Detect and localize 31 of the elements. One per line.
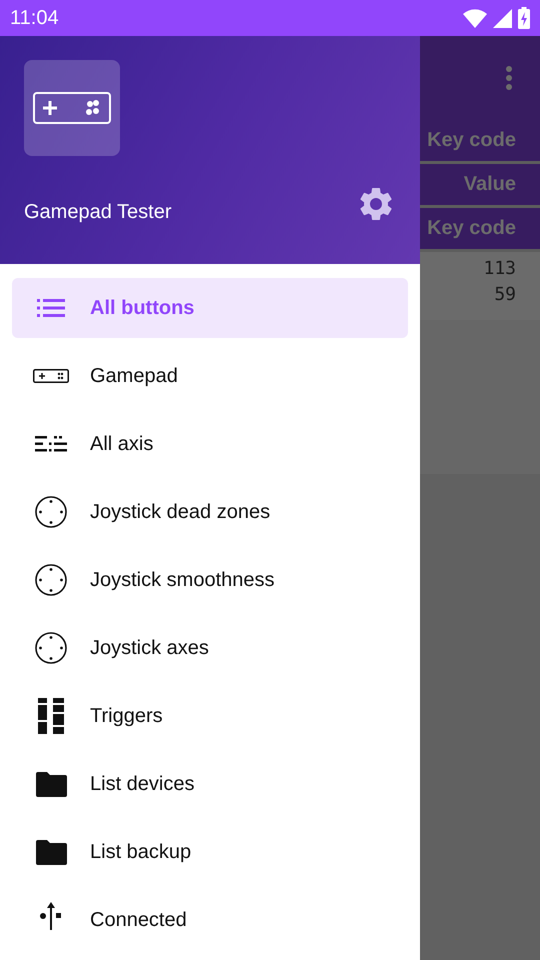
menu-item[interactable]: Connected	[12, 890, 408, 950]
status-time: 11:04	[10, 6, 60, 30]
triggers-icon	[38, 698, 64, 734]
column-header: Key code	[420, 120, 540, 164]
menu-item[interactable]: Gamepad	[12, 346, 408, 406]
menu-item[interactable]: Triggers	[12, 686, 408, 746]
joystick-icon	[35, 632, 67, 664]
axis-icon	[35, 436, 67, 452]
folder-icon	[36, 840, 66, 864]
menu-item[interactable]: Joystick smoothness	[12, 550, 408, 610]
table-cell-text: 59	[494, 283, 516, 307]
menu-item[interactable]: List devices	[12, 754, 408, 814]
gamepad-icon	[33, 92, 111, 124]
column-header: Value	[420, 164, 540, 208]
list-icon	[37, 299, 65, 317]
joystick-icon	[35, 496, 67, 528]
app-name: Gamepad Tester	[24, 200, 172, 224]
folder-icon	[36, 772, 66, 796]
signal-icon	[493, 8, 512, 28]
column-header: Key code	[420, 208, 540, 252]
menu-item[interactable]: Joystick axes	[12, 618, 408, 678]
gamepad-icon	[33, 369, 69, 383]
battery-icon	[518, 7, 530, 29]
joystick-icon	[35, 564, 67, 596]
menu-item[interactable]: Joystick dead zones	[12, 482, 408, 542]
wifi-icon	[463, 8, 487, 28]
table-cell-text: 113	[483, 257, 516, 281]
menu-item[interactable]: List backup	[12, 822, 408, 882]
menu-item[interactable]: All buttons	[12, 278, 408, 338]
menu-item[interactable]: All axis	[12, 414, 408, 474]
more-icon[interactable]	[506, 66, 512, 90]
